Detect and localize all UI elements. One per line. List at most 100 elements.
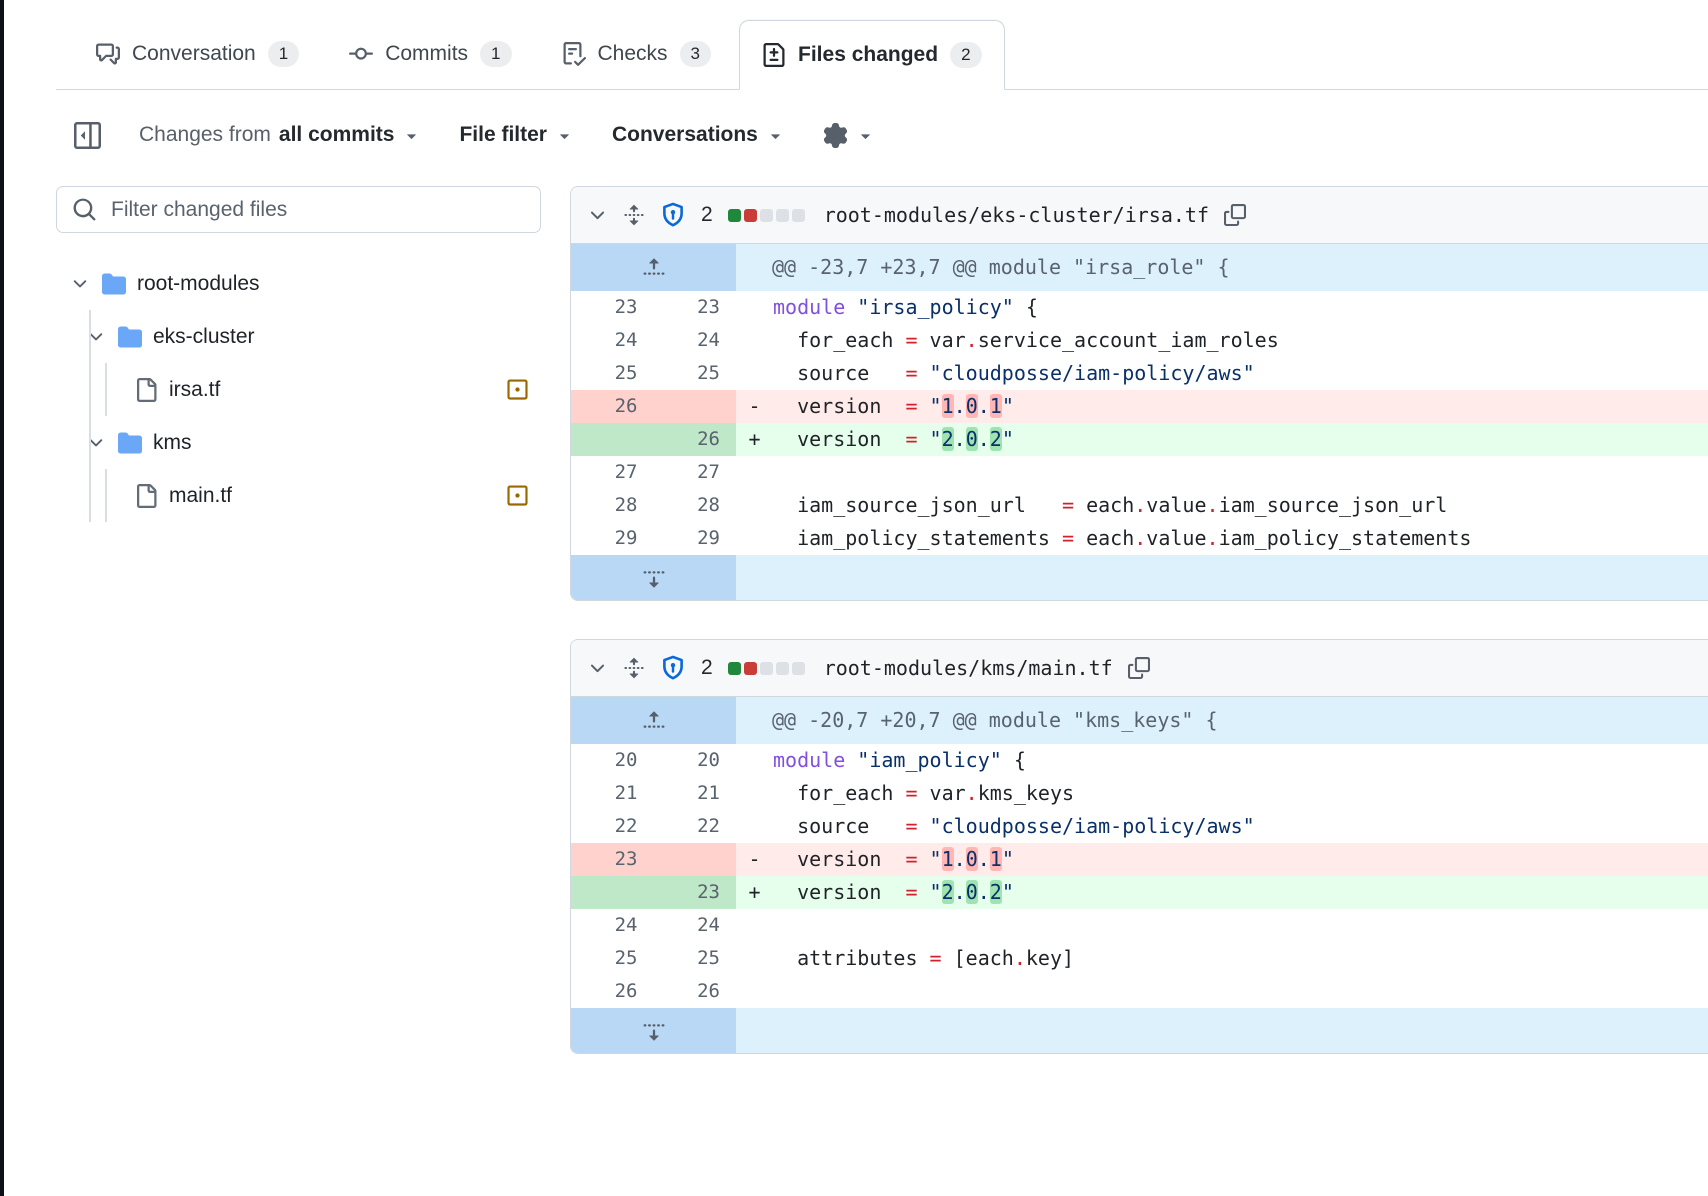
diff-sign — [736, 489, 773, 522]
code-text: version = "1.0.1" — [773, 390, 1708, 423]
new-line-number[interactable]: 23 — [654, 291, 737, 324]
old-line-number[interactable]: 21 — [571, 777, 654, 810]
diff-sign — [736, 942, 773, 975]
new-line-number[interactable]: 23 — [654, 876, 737, 909]
tree-indent-guide — [105, 469, 107, 522]
old-line-number[interactable]: 25 — [571, 942, 654, 975]
added-line: 23+ version = "2.0.2" — [571, 876, 1708, 909]
old-line-number[interactable]: 25 — [571, 357, 654, 390]
chevron-down-icon[interactable] — [69, 274, 91, 294]
file-path: root-modules/kms/main.tf — [824, 656, 1113, 680]
old-line-number[interactable]: 24 — [571, 909, 654, 942]
context-line: 2828 iam_source_json_url = each.value.ia… — [571, 489, 1708, 522]
old-line-number[interactable]: 24 — [571, 324, 654, 357]
new-line-number[interactable]: 25 — [654, 357, 737, 390]
new-line-number[interactable]: 26 — [654, 423, 737, 456]
changes-from-dropdown[interactable]: Changes from all commits — [139, 123, 421, 147]
new-line-number[interactable]: 26 — [654, 975, 737, 1008]
tab-conversation[interactable]: Conversation1 — [74, 26, 321, 82]
old-line-number[interactable] — [571, 876, 654, 909]
old-line-number[interactable]: 27 — [571, 456, 654, 489]
code-text: attributes = [each.key] — [773, 942, 1708, 975]
old-line-number[interactable] — [571, 423, 654, 456]
expand-all-unfold-icon[interactable] — [623, 657, 645, 679]
tree-indent-guide — [89, 310, 91, 522]
old-line-number[interactable]: 26 — [571, 975, 654, 1008]
code-text: iam_policy_statements = each.value.iam_p… — [773, 522, 1708, 555]
old-line-number[interactable]: 22 — [571, 810, 654, 843]
new-line-number[interactable]: 24 — [654, 909, 737, 942]
file-icon — [134, 378, 158, 402]
context-line: 2525 source = "cloudposse/iam-policy/aws… — [571, 357, 1708, 390]
new-line-number[interactable]: 24 — [654, 324, 737, 357]
new-line-number[interactable] — [654, 390, 737, 423]
code-text — [773, 909, 1708, 942]
context-line: 2626 — [571, 975, 1708, 1008]
old-line-number[interactable]: 23 — [571, 291, 654, 324]
tree-dir-kms[interactable]: kms — [56, 416, 541, 469]
tree-dir-eks-cluster[interactable]: eks-cluster — [56, 310, 541, 363]
collapse-diff-chevron-icon[interactable] — [587, 658, 608, 679]
diff-sign — [736, 744, 773, 777]
tab-label: Conversation — [132, 42, 256, 66]
expand-all-unfold-icon[interactable] — [623, 204, 645, 226]
expand-up-icon[interactable] — [571, 697, 736, 744]
diff-sign — [736, 777, 773, 810]
changes-count: 2 — [701, 656, 713, 680]
tab-label: Checks — [598, 42, 668, 66]
expand-down-row — [571, 1008, 1708, 1053]
tree-file-main.tf[interactable]: main.tf — [56, 469, 541, 522]
tab-checks[interactable]: Checks3 — [540, 26, 734, 82]
tree-file-irsa.tf[interactable]: irsa.tf — [56, 363, 541, 416]
file-filter-label: File filter — [459, 123, 547, 147]
caret-down-icon — [402, 126, 421, 145]
diff-settings-dropdown[interactable] — [823, 123, 875, 148]
copy-path-icon[interactable] — [1128, 657, 1150, 679]
diff-sign: - — [736, 390, 773, 423]
caret-down-icon — [856, 126, 875, 145]
expand-down-icon[interactable] — [571, 555, 736, 600]
new-line-number[interactable]: 20 — [654, 744, 737, 777]
diff-sign — [736, 522, 773, 555]
changes-count: 2 — [701, 203, 713, 227]
context-line: 2424 — [571, 909, 1708, 942]
old-line-number[interactable]: 28 — [571, 489, 654, 522]
file-filter-dropdown[interactable]: File filter — [459, 123, 574, 147]
tab-count-badge: 1 — [480, 41, 511, 67]
old-line-number[interactable]: 29 — [571, 522, 654, 555]
new-line-number[interactable] — [654, 843, 737, 876]
expand-down-icon[interactable] — [571, 1008, 736, 1053]
new-line-number[interactable]: 28 — [654, 489, 737, 522]
old-line-number[interactable]: 20 — [571, 744, 654, 777]
shield-lock-icon[interactable] — [660, 202, 686, 228]
tree-dir-root-modules[interactable]: root-modules — [56, 257, 541, 310]
conversations-dropdown[interactable]: Conversations — [612, 123, 785, 147]
code-text: source = "cloudposse/iam-policy/aws" — [773, 357, 1708, 390]
diff-panel-root-modules-kms-main.tf: 2root-modules/kms/main.tf@@ -20,7 +20,7 … — [570, 639, 1708, 1054]
new-line-number[interactable]: 29 — [654, 522, 737, 555]
comment-discussion-icon — [96, 42, 120, 66]
context-line: 2020module "iam_policy" { — [571, 744, 1708, 777]
deleted-line: 23- version = "1.0.1" — [571, 843, 1708, 876]
code-text — [773, 456, 1708, 489]
tab-files-changed[interactable]: Files changed2 — [739, 20, 1005, 90]
collapse-diff-chevron-icon[interactable] — [587, 205, 608, 226]
modified-file-icon — [506, 484, 529, 507]
diff-sign: + — [736, 423, 773, 456]
code-text: iam_source_json_url = each.value.iam_sou… — [773, 489, 1708, 522]
changed-files-tree: root-moduleseks-clusterirsa.tfkmsmain.tf — [56, 257, 541, 522]
old-line-number[interactable]: 23 — [571, 843, 654, 876]
expand-up-icon[interactable] — [571, 244, 736, 291]
diff-sign — [736, 909, 773, 942]
tab-commits[interactable]: Commits1 — [327, 26, 533, 82]
new-line-number[interactable]: 22 — [654, 810, 737, 843]
filter-changed-files-input[interactable] — [56, 186, 541, 233]
new-line-number[interactable]: 27 — [654, 456, 737, 489]
diff-sign — [736, 357, 773, 390]
copy-path-icon[interactable] — [1224, 204, 1246, 226]
sidebar-collapse-icon[interactable] — [74, 122, 101, 149]
old-line-number[interactable]: 26 — [571, 390, 654, 423]
new-line-number[interactable]: 21 — [654, 777, 737, 810]
new-line-number[interactable]: 25 — [654, 942, 737, 975]
shield-lock-icon[interactable] — [660, 655, 686, 681]
